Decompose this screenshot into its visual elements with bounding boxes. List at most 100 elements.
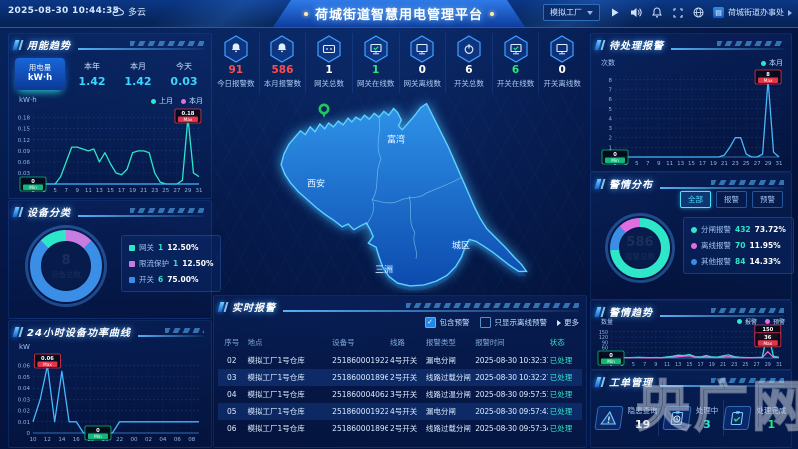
svg-text:0.03: 0.03 <box>18 171 31 177</box>
legend-item: 离线报警7011.95% <box>691 240 786 251</box>
weather-indicator: 多云 <box>112 5 146 18</box>
panel-header: 警情分布 <box>591 173 791 191</box>
svg-text:0: 0 <box>31 179 35 185</box>
svg-text:00: 00 <box>131 437 138 443</box>
fullscreen-icon[interactable] <box>671 5 684 20</box>
panel-energy-trend: 用能趋势 用电量 kW·h 本年1.42本月1.42今天0.03 kW·h 上月… <box>8 33 212 199</box>
org-link[interactable]: ▤ 荷城街道办事处 <box>713 7 792 18</box>
svg-text:9: 9 <box>654 362 657 368</box>
legend-item: 限流保护112.50% <box>129 258 213 269</box>
svg-text:21: 21 <box>720 362 726 368</box>
svg-text:15: 15 <box>107 188 114 194</box>
device-donut-chart: 8 设备总数 <box>25 225 107 307</box>
svg-text:5: 5 <box>632 362 635 368</box>
kpi-stat-网关离线数: 0网关离线数 <box>400 33 447 93</box>
svg-text:Max: Max <box>764 78 773 84</box>
tab-all[interactable]: 全部 <box>680 191 711 208</box>
include-warning-checkbox[interactable]: ✓ 包含预警 <box>425 317 470 328</box>
map-label-富湾[interactable]: 富湾 <box>387 133 405 146</box>
alarm-table-row[interactable]: 02模拟工厂1号仓库2518600019224号开关漏电分闸2025-08-30… <box>218 352 582 369</box>
map-label-城区[interactable]: 城区 <box>452 239 470 252</box>
monitor-offline-icon <box>549 35 575 63</box>
more-button[interactable]: 更多 <box>557 317 579 328</box>
svg-text:12: 12 <box>44 437 51 443</box>
kpi-stat-开关离线数: 0开关离线数 <box>539 33 585 93</box>
svg-text:25: 25 <box>743 161 750 167</box>
energy-badge-label: 用电量 <box>15 62 65 73</box>
map-region[interactable] <box>281 104 526 286</box>
svg-text:Max: Max <box>183 117 192 123</box>
svg-text:29: 29 <box>184 188 191 194</box>
svg-text:0.15: 0.15 <box>18 127 31 133</box>
svg-text:7: 7 <box>646 161 650 167</box>
legend-item: 网关112.50% <box>129 242 213 253</box>
location-pin-icon[interactable] <box>320 105 328 118</box>
svg-text:25: 25 <box>162 188 169 194</box>
chart-ylabel: kW·h <box>19 96 37 104</box>
panel-header-bar-icon <box>224 302 229 312</box>
speaker-icon[interactable] <box>629 5 642 20</box>
map-label-西安[interactable]: 西安 <box>307 177 325 190</box>
top-header-bar: 2025-08-30 10:44:35 多云 荷城街道智慧用电管理平台 模拟工厂 <box>0 0 798 28</box>
energy-trend-chart: 0.030.060.090.120.150.181357911131517192… <box>12 108 206 198</box>
svg-text:11: 11 <box>666 161 673 167</box>
svg-text:0.06: 0.06 <box>18 160 31 166</box>
play-button[interactable] <box>608 5 621 20</box>
panel-alarm-distribution: 警情分布 全部 报警 预警 586 报警总数 分闸报警43273.72%离线报警… <box>590 172 792 300</box>
alarm-trend-chart: 3060901201501357911131517192123252729311… <box>594 324 786 372</box>
svg-text:23: 23 <box>151 188 158 194</box>
switch-icon <box>456 35 482 63</box>
svg-text:150: 150 <box>762 327 773 333</box>
svg-text:17: 17 <box>698 362 704 368</box>
offline-only-checkbox[interactable]: 只显示离线预警 <box>480 317 548 328</box>
alarm-table-row[interactable]: 04模拟工厂1号仓库2518600040623号开关线路过温分闸2025-08-… <box>218 386 582 403</box>
svg-text:8: 8 <box>766 72 770 78</box>
kpi-stat-网关总数: 1网关总数 <box>306 33 353 93</box>
chart-ylabel: 次数 <box>601 58 615 68</box>
svg-text:5: 5 <box>635 161 639 167</box>
panel-header: 实时报警 <box>214 296 586 314</box>
svg-text:29: 29 <box>765 161 772 167</box>
globe-icon[interactable] <box>692 5 705 20</box>
tab-alarm[interactable]: 报警 <box>716 191 747 208</box>
work-order-处理中[interactable]: 处理中3 <box>659 400 723 437</box>
panel-title: 设备分类 <box>27 204 71 219</box>
panel-pending-alarms: 待处理报警 次数 本月 0123456781357911131517192123… <box>590 33 792 172</box>
svg-text:27: 27 <box>754 362 760 368</box>
work-order-隐患查询[interactable]: 隐患查询19 <box>595 400 659 437</box>
panel-header-bar-icon <box>601 377 606 387</box>
district-map[interactable]: 富湾西安三洲 城区 <box>213 93 585 293</box>
svg-text:120: 120 <box>599 335 608 341</box>
kpi-stat-开关在线数: 6开关在线数 <box>493 33 540 93</box>
svg-text:0.12: 0.12 <box>18 138 30 144</box>
svg-text:10: 10 <box>30 437 37 443</box>
panel-title: 工单管理 <box>609 374 653 389</box>
svg-text:0.04: 0.04 <box>18 386 31 392</box>
svg-text:Max: Max <box>763 341 772 347</box>
alarm-table-row[interactable]: 05模拟工厂1号仓库2518600019224号开关漏电分闸2025-08-30… <box>218 403 582 420</box>
alarm-table-row[interactable]: 06模拟工厂1号仓库2518600018962号开关线路过载分闸2025-08-… <box>218 420 582 437</box>
dashboard-root: 2025-08-30 10:44:35 多云 荷城街道智慧用电管理平台 模拟工厂 <box>0 0 798 449</box>
map-svg <box>213 93 585 293</box>
panel-header-decor <box>660 307 786 317</box>
map-label-三洲[interactable]: 三洲 <box>375 263 393 276</box>
energy-stat: 今天0.03 <box>161 61 207 88</box>
svg-text:04: 04 <box>159 437 166 443</box>
factory-select-dropdown[interactable]: 模拟工厂 <box>543 4 600 21</box>
panel-header-decor <box>138 327 206 337</box>
svg-text:Min: Min <box>29 185 37 191</box>
work-order-处理完成[interactable]: 处理完成1 <box>724 400 787 437</box>
svg-text:23: 23 <box>732 161 739 167</box>
alarm-table-row[interactable]: 03模拟工厂1号仓库2518600018962号开关线路过载分闸2025-08-… <box>218 369 582 386</box>
svg-text:9: 9 <box>657 161 661 167</box>
panel-title: 24小时设备功率曲线 <box>27 324 131 339</box>
bell-icon[interactable] <box>650 5 663 20</box>
svg-text:0.05: 0.05 <box>18 375 31 381</box>
待处理报警-svg: 0123456781357911131517192123252729318Max… <box>594 69 786 167</box>
svg-text:0: 0 <box>609 353 613 359</box>
svg-text:0.06: 0.06 <box>41 356 54 362</box>
svg-text:6: 6 <box>609 97 613 103</box>
svg-text:08: 08 <box>188 437 195 443</box>
svg-text:23: 23 <box>731 362 737 368</box>
tab-warning[interactable]: 预警 <box>752 191 783 208</box>
